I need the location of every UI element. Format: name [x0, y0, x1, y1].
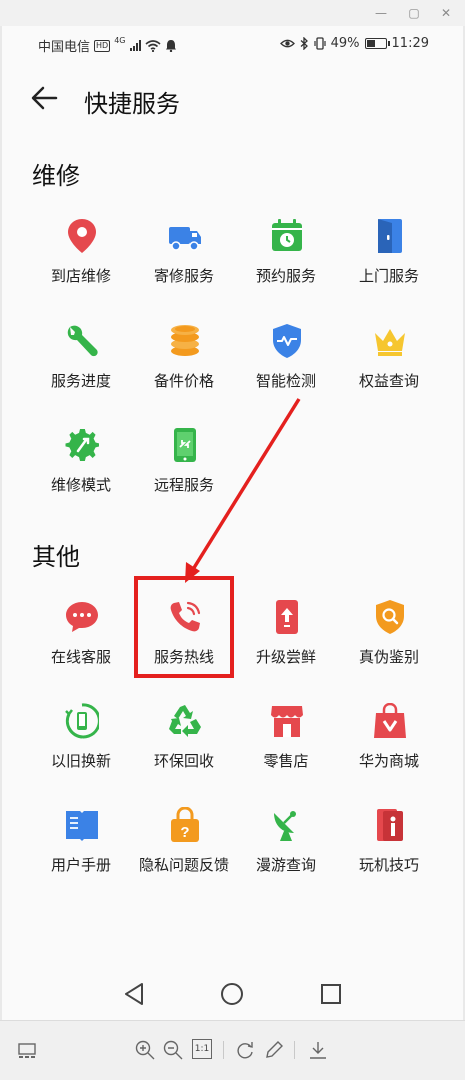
zoom-in-icon[interactable] — [134, 1039, 156, 1061]
system-nav-bar — [2, 971, 463, 1017]
edit-pencil-icon[interactable] — [263, 1039, 285, 1061]
nav-home-icon[interactable] — [217, 979, 247, 1009]
minimize-button[interactable]: — — [372, 4, 390, 22]
rotate-icon[interactable] — [234, 1039, 256, 1061]
nav-recents-icon[interactable] — [316, 979, 346, 1009]
nav-back-icon[interactable] — [120, 979, 150, 1009]
window-titlebar: — ▢ ✕ — [0, 0, 465, 26]
annotation-arrow — [185, 398, 301, 583]
zoom-out-icon[interactable] — [162, 1039, 184, 1061]
phone-screen: 中国电信 HD 4G 49% 11:29 快捷服务 维修 其他 到店维修 寄修服… — [2, 26, 463, 1020]
download-icon[interactable] — [307, 1039, 329, 1061]
toolbar-divider — [294, 1041, 295, 1059]
restore-button[interactable]: ▢ — [405, 4, 423, 22]
actual-size-button[interactable]: 1:1 — [192, 1039, 212, 1059]
toolbar-divider — [223, 1041, 224, 1059]
thumbnail-icon[interactable] — [16, 1039, 38, 1061]
viewer-toolbar: 1:1 — [0, 1020, 465, 1080]
close-button[interactable]: ✕ — [437, 4, 455, 22]
